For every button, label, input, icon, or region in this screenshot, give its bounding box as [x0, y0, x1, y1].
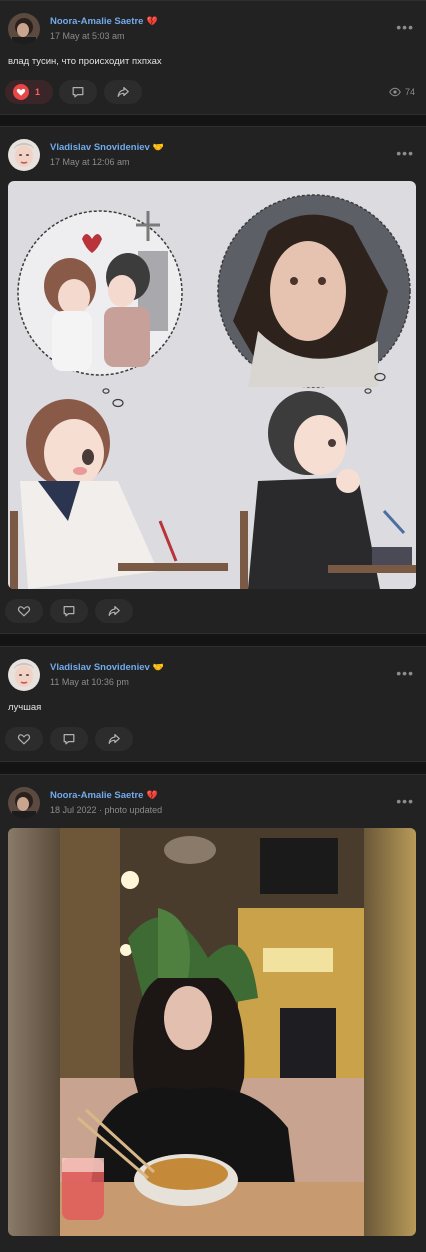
- more-icon[interactable]: •••: [396, 20, 414, 34]
- post-time[interactable]: 18 Jul 2022 · photo updated: [50, 805, 162, 815]
- post-card: Vladislav Snovideniev 🤝 17 May at 12:06 a…: [0, 126, 426, 634]
- more-icon[interactable]: •••: [396, 666, 414, 680]
- anime-illustration: [8, 181, 416, 589]
- like-count: 1: [35, 87, 41, 97]
- comment-icon: [63, 734, 75, 745]
- post-header: Noora-Amalie Saetre 💔 17 May at 5:03 am •…: [8, 13, 418, 47]
- share-icon: [108, 606, 120, 616]
- post-text: лучшая: [8, 702, 42, 713]
- post-header: Vladislav Snovideniev 🤝 17 May at 12:06 a…: [8, 139, 418, 173]
- restaurant-photo: [8, 828, 416, 1236]
- views-counter: 74: [389, 86, 415, 98]
- post-text: влад тусин, что происходит пхпхах: [8, 56, 162, 67]
- broken-heart-emoji: 💔: [146, 16, 158, 26]
- broken-heart-emoji: 💔: [146, 790, 158, 800]
- heart-icon: [13, 84, 29, 100]
- post-actions: [5, 599, 421, 625]
- post-actions: [5, 727, 421, 753]
- comment-icon: [63, 606, 75, 617]
- post-header: Noora-Amalie Saetre 💔 18 Jul 2022 · photo…: [8, 787, 418, 821]
- more-icon[interactable]: •••: [396, 146, 414, 160]
- avatar[interactable]: [8, 787, 40, 819]
- post-header: Vladislav Snovideniev 🤝 11 May at 10:36 p…: [8, 659, 418, 693]
- author-name[interactable]: Noora-Amalie Saetre 💔: [50, 16, 158, 27]
- post-card: Noora-Amalie Saetre 💔 17 May at 5:03 am •…: [0, 0, 426, 115]
- post-time[interactable]: 11 May at 10:36 pm: [50, 677, 129, 687]
- like-button[interactable]: [5, 727, 43, 751]
- comment-button[interactable]: [50, 599, 88, 623]
- post-actions: 1 74: [5, 80, 421, 106]
- author-name[interactable]: Vladislav Snovideniev 🤝: [50, 142, 164, 153]
- share-button[interactable]: [95, 599, 133, 623]
- views-count: 74: [404, 87, 415, 97]
- author-name[interactable]: Vladislav Snovideniev 🤝: [50, 662, 164, 673]
- avatar[interactable]: [8, 659, 40, 691]
- handshake-emoji: 🤝: [152, 142, 165, 152]
- share-button[interactable]: [95, 727, 133, 751]
- more-icon[interactable]: •••: [396, 794, 414, 808]
- like-button[interactable]: 1: [5, 80, 53, 104]
- eye-icon: [389, 87, 401, 97]
- post-card: Vladislav Snovideniev 🤝 11 May at 10:36 p…: [0, 646, 426, 762]
- avatar[interactable]: [8, 13, 40, 45]
- post-time[interactable]: 17 May at 5:03 am: [50, 31, 125, 41]
- avatar[interactable]: [8, 139, 40, 171]
- post-photo[interactable]: [8, 828, 416, 1236]
- share-icon: [117, 87, 129, 97]
- comment-icon: [72, 87, 84, 98]
- share-icon: [108, 734, 120, 744]
- handshake-emoji: 🤝: [152, 662, 165, 672]
- author-name[interactable]: Noora-Amalie Saetre 💔: [50, 790, 158, 801]
- heart-icon: [17, 606, 31, 617]
- post-time[interactable]: 17 May at 12:06 am: [50, 157, 130, 167]
- post-photo[interactable]: [8, 181, 416, 589]
- post-card: Noora-Amalie Saetre 💔 18 Jul 2022 · photo…: [0, 774, 426, 1252]
- like-button[interactable]: [5, 599, 43, 623]
- heart-icon: [17, 734, 31, 745]
- comment-button[interactable]: [59, 80, 97, 104]
- comment-button[interactable]: [50, 727, 88, 751]
- share-button[interactable]: [104, 80, 142, 104]
